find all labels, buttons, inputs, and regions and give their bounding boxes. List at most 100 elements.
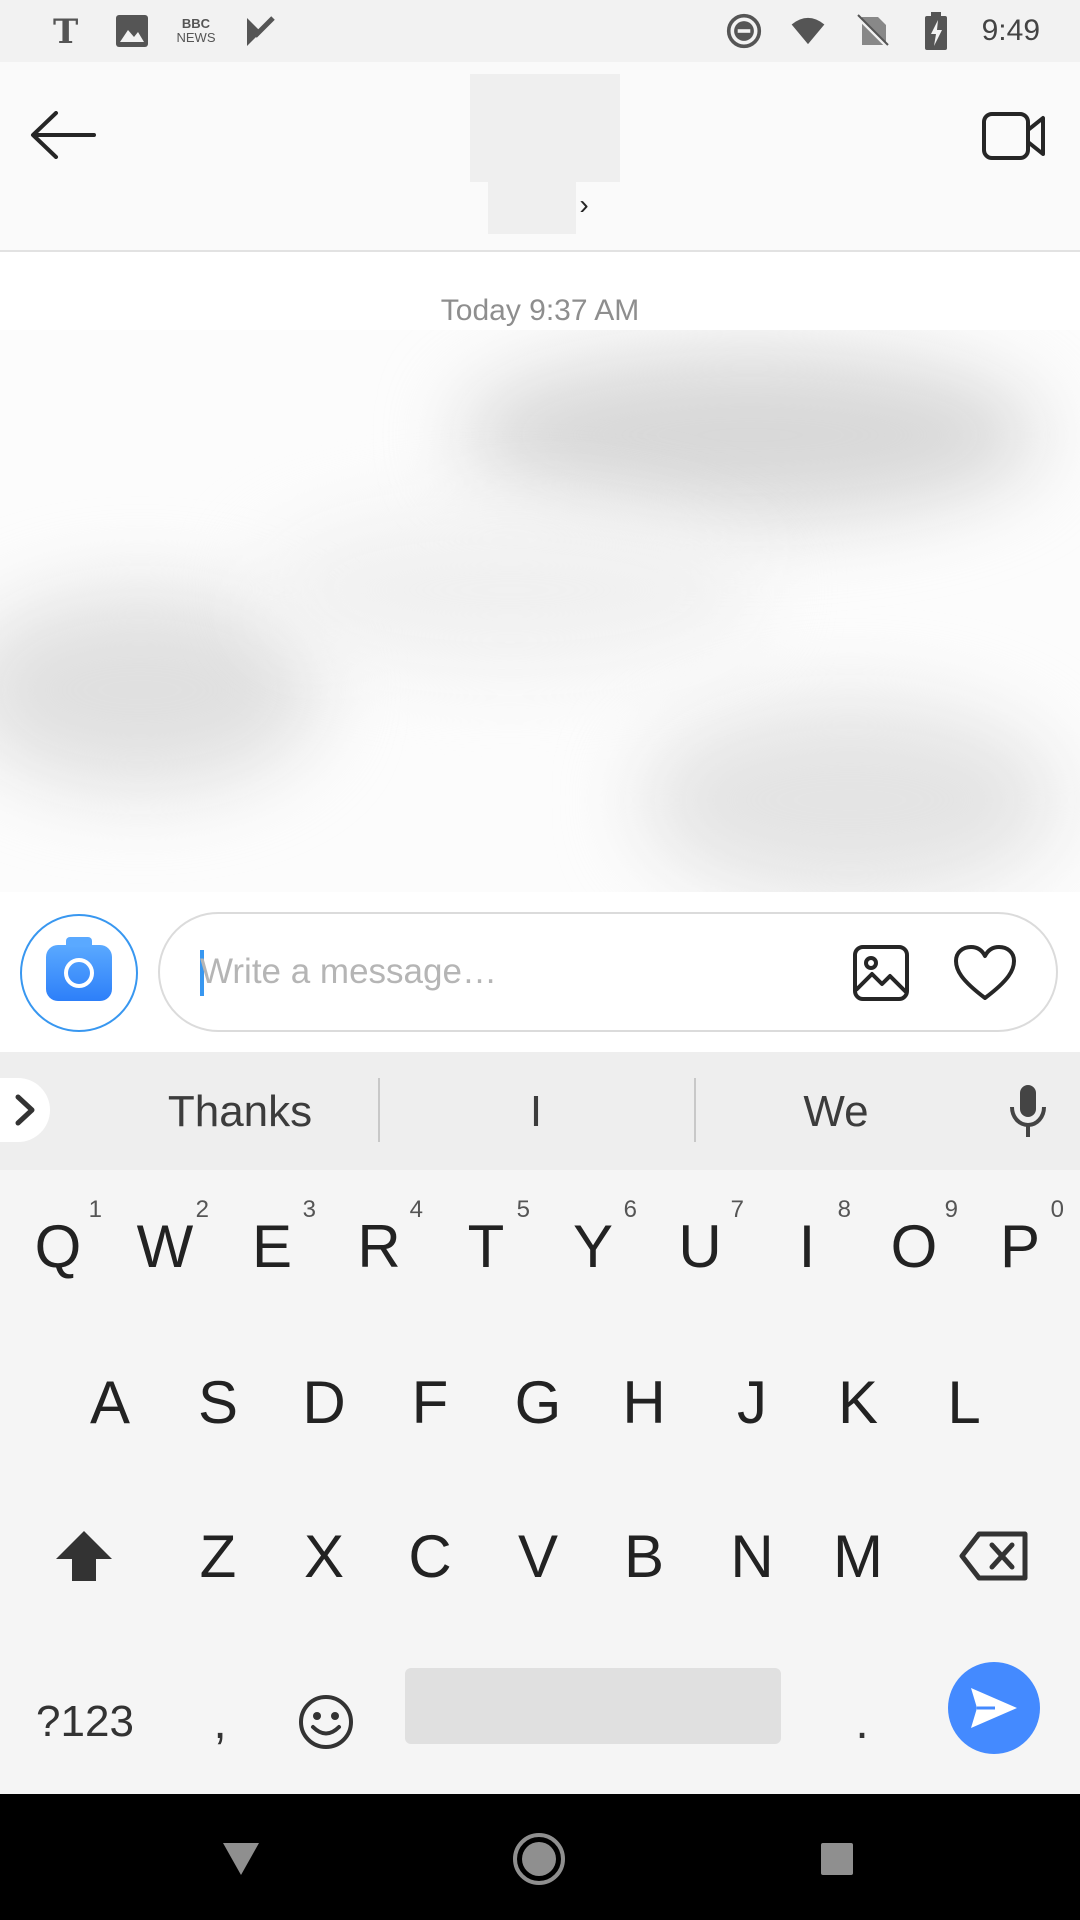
key-p[interactable]: P0 <box>970 1186 1070 1306</box>
message-thread: Today 9:37 AM <box>0 254 1080 892</box>
shift-key[interactable] <box>34 1496 134 1616</box>
key-hint: 2 <box>195 1196 209 1223</box>
keyboard-expand-button[interactable] <box>0 1078 50 1142</box>
key-b[interactable]: B <box>594 1496 694 1616</box>
bbc-news-line2: NEWS <box>176 30 216 45</box>
key-hint: 4 <box>409 1196 423 1223</box>
key-n[interactable]: N <box>702 1496 802 1616</box>
blur-blob <box>640 700 1060 892</box>
key-a[interactable]: A <box>60 1342 160 1462</box>
chevron-right-icon: › <box>579 189 589 220</box>
send-icon <box>971 1688 1017 1728</box>
nav-back-icon <box>223 1843 259 1875</box>
profile-avatar[interactable] <box>470 74 620 182</box>
send-key[interactable] <box>948 1662 1040 1754</box>
gallery-icon <box>853 945 909 1001</box>
heart-icon <box>954 945 1016 1000</box>
video-call-button[interactable] <box>976 98 1052 174</box>
key-t[interactable]: T5 <box>436 1186 536 1306</box>
key-k[interactable]: K <box>808 1342 908 1462</box>
key-hint: 7 <box>730 1196 744 1223</box>
bbc-news-line1: BBC <box>181 16 211 31</box>
key-z[interactable]: Z <box>168 1496 268 1616</box>
period-key[interactable]: . <box>812 1672 912 1772</box>
key-v[interactable]: V <box>488 1496 588 1616</box>
voice-input-button[interactable] <box>1000 1078 1056 1144</box>
key-hint: 6 <box>623 1196 637 1223</box>
key-w[interactable]: W2 <box>115 1186 215 1306</box>
status-time: 9:49 <box>981 14 1040 47</box>
key-j[interactable]: J <box>702 1342 802 1462</box>
microphone-icon <box>1010 1085 1046 1137</box>
space-key[interactable] <box>405 1668 781 1744</box>
video-camera-icon <box>982 112 1045 160</box>
key-h[interactable]: H <box>594 1342 694 1462</box>
key-e[interactable]: E3 <box>222 1186 322 1306</box>
key-label: T <box>467 1212 505 1280</box>
key-c[interactable]: C <box>380 1496 480 1616</box>
battery-charging-icon <box>918 12 954 50</box>
message-input[interactable] <box>200 934 780 1010</box>
key-o[interactable]: O9 <box>864 1186 964 1306</box>
play-store-icon <box>242 13 278 49</box>
backspace-key[interactable] <box>944 1496 1044 1616</box>
nav-home-button[interactable] <box>504 1824 574 1894</box>
suggestion-divider <box>694 1078 696 1142</box>
like-button[interactable] <box>952 940 1018 1006</box>
key-hint: 1 <box>88 1196 102 1223</box>
key-hint: 5 <box>516 1196 530 1223</box>
do-not-disturb-icon <box>726 13 762 49</box>
key-u[interactable]: U7 <box>650 1186 750 1306</box>
suggestion-2[interactable]: I <box>406 1080 666 1144</box>
key-hint: 0 <box>1050 1196 1064 1223</box>
comma-key[interactable]: , <box>170 1672 270 1772</box>
status-left: T BBC NEWS <box>50 13 278 49</box>
key-q[interactable]: Q1 <box>8 1186 108 1306</box>
blur-blob <box>260 510 760 670</box>
suggestion-3[interactable]: We <box>706 1080 966 1144</box>
key-x[interactable]: X <box>274 1496 374 1616</box>
chevron-right-icon <box>15 1094 35 1126</box>
key-label: W <box>136 1212 194 1280</box>
key-label: R <box>357 1212 401 1280</box>
status-bar: T BBC NEWS 9:49 <box>0 0 1080 62</box>
nav-recents-icon <box>821 1843 853 1875</box>
key-i[interactable]: I8 <box>757 1186 857 1306</box>
profile-name[interactable] <box>488 182 576 234</box>
back-button[interactable] <box>26 98 100 172</box>
screen: T BBC NEWS 9:49 › Today 9:37 AM Write a … <box>0 0 1080 1920</box>
key-label: Y <box>572 1212 614 1280</box>
key-d[interactable]: D <box>274 1342 374 1462</box>
suggestion-1[interactable]: Thanks <box>110 1080 370 1144</box>
suggestion-divider <box>378 1078 380 1142</box>
wifi-icon <box>790 13 826 49</box>
key-hint: 3 <box>302 1196 316 1223</box>
no-sim-icon <box>854 13 890 49</box>
key-y[interactable]: Y6 <box>543 1186 643 1306</box>
status-right: 9:49 <box>726 12 1040 50</box>
key-m[interactable]: M <box>808 1496 908 1616</box>
image-icon <box>114 13 150 49</box>
keyboard: Thanks I We Q1 W2 E3 R4 T5 Y6 U7 I8 O9 P… <box>0 1052 1080 1794</box>
key-f[interactable]: F <box>380 1342 480 1462</box>
bbc-news-icon: BBC NEWS <box>176 13 216 49</box>
blur-blob <box>460 350 1040 520</box>
conversation-header: › <box>0 62 1080 252</box>
camera-button[interactable] <box>20 914 138 1032</box>
nav-home-icon <box>513 1833 565 1885</box>
symbols-key[interactable]: ?123 <box>20 1672 150 1772</box>
key-l[interactable]: L <box>914 1342 1014 1462</box>
nyt-icon: T <box>50 13 86 49</box>
gallery-button[interactable] <box>850 942 912 1004</box>
blurred-message-content <box>0 330 1080 892</box>
key-s[interactable]: S <box>168 1342 268 1462</box>
key-label: Q <box>34 1212 82 1280</box>
nav-recents-button[interactable] <box>802 1824 872 1894</box>
svg-text:T: T <box>53 13 78 49</box>
navigation-bar <box>0 1794 1080 1920</box>
message-timestamp: Today 9:37 AM <box>440 294 640 327</box>
nav-back-button[interactable] <box>206 1824 276 1894</box>
key-g[interactable]: G <box>488 1342 588 1462</box>
emoji-key[interactable] <box>276 1672 376 1772</box>
key-r[interactable]: R4 <box>329 1186 429 1306</box>
